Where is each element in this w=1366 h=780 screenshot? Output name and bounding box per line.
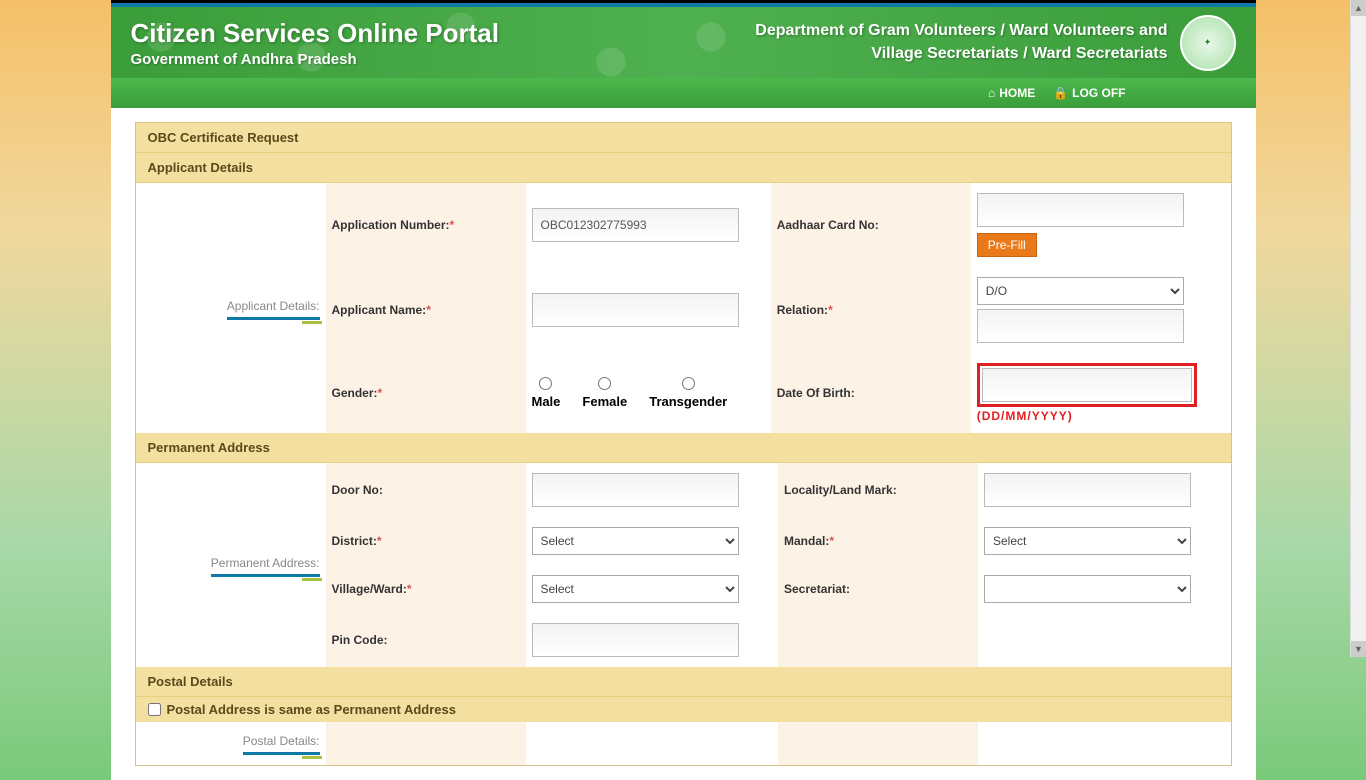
locality-input[interactable] bbox=[984, 473, 1191, 507]
mandal-select[interactable]: Select bbox=[984, 527, 1191, 555]
gender-label: Gender: bbox=[332, 386, 378, 400]
dob-hint: (DD/MM/YYYY) bbox=[977, 409, 1225, 423]
locality-label: Locality/Land Mark: bbox=[784, 483, 897, 497]
applicant-name-input[interactable] bbox=[532, 293, 739, 327]
header-banner: Citizen Services Online Portal Governmen… bbox=[111, 3, 1256, 78]
gender-male-radio[interactable] bbox=[539, 377, 552, 390]
department-text: Department of Gram Volunteers / Ward Vol… bbox=[755, 20, 1167, 65]
pincode-input[interactable] bbox=[532, 623, 739, 657]
mandal-label: Mandal: bbox=[784, 534, 829, 548]
applicant-details-header: Applicant Details bbox=[136, 153, 1231, 183]
district-label: District: bbox=[332, 534, 377, 548]
secretariat-label: Secretariat: bbox=[784, 582, 850, 596]
state-seal-icon: ✦ bbox=[1180, 15, 1236, 71]
gender-trans-radio[interactable] bbox=[682, 377, 695, 390]
pincode-label: Pin Code: bbox=[332, 633, 388, 647]
relation-select[interactable]: D/O bbox=[977, 277, 1184, 305]
applicant-name-label: Applicant Name: bbox=[332, 303, 427, 317]
gender-radio-group: Male Female Transgender bbox=[532, 377, 765, 409]
scrollbar[interactable]: ▲ ▼ bbox=[1350, 0, 1366, 657]
gender-male-label: Male bbox=[532, 394, 561, 409]
secretariat-select[interactable] bbox=[984, 575, 1191, 603]
postal-details-header: Postal Details bbox=[136, 667, 1231, 697]
postal-same-label: Postal Address is same as Permanent Addr… bbox=[167, 702, 457, 717]
dob-label: Date Of Birth: bbox=[777, 386, 855, 400]
village-select[interactable]: Select bbox=[532, 575, 739, 603]
aadhaar-label: Aadhaar Card No: bbox=[777, 218, 879, 232]
application-number-label: Application Number: bbox=[332, 218, 450, 232]
gender-female-label: Female bbox=[582, 394, 627, 409]
village-label: Village/Ward: bbox=[332, 582, 407, 596]
dob-input[interactable] bbox=[982, 368, 1192, 402]
relation-name-input[interactable] bbox=[977, 309, 1184, 343]
door-no-input[interactable] bbox=[532, 473, 739, 507]
sidebar-permanent-label: Permanent Address: bbox=[211, 556, 320, 577]
sidebar-postal-label: Postal Details: bbox=[243, 734, 320, 755]
application-number-input[interactable] bbox=[532, 208, 739, 242]
gender-trans-label: Transgender bbox=[649, 394, 727, 409]
door-no-label: Door No: bbox=[332, 483, 383, 497]
district-select[interactable]: Select bbox=[532, 527, 739, 555]
scroll-up-icon[interactable]: ▲ bbox=[1351, 0, 1366, 16]
portal-subtitle: Government of Andhra Pradesh bbox=[131, 51, 499, 68]
aadhaar-input[interactable] bbox=[977, 193, 1184, 227]
postal-same-checkbox[interactable] bbox=[148, 703, 161, 716]
sidebar-applicant-label: Applicant Details: bbox=[227, 299, 320, 320]
relation-label: Relation: bbox=[777, 303, 828, 317]
portal-title: Citizen Services Online Portal bbox=[131, 18, 499, 49]
request-title: OBC Certificate Request bbox=[136, 123, 1231, 153]
navbar: ⌂ HOME 🔒 LOG OFF bbox=[111, 78, 1256, 108]
permanent-address-header: Permanent Address bbox=[136, 433, 1231, 463]
home-icon: ⌂ bbox=[988, 86, 995, 100]
prefill-button[interactable]: Pre-Fill bbox=[977, 233, 1037, 257]
logoff-link[interactable]: 🔒 LOG OFF bbox=[1053, 86, 1125, 100]
home-link[interactable]: ⌂ HOME bbox=[988, 86, 1035, 100]
gender-female-radio[interactable] bbox=[598, 377, 611, 390]
lock-icon: 🔒 bbox=[1053, 86, 1068, 100]
scroll-down-icon[interactable]: ▼ bbox=[1351, 641, 1366, 657]
dob-highlight bbox=[977, 363, 1197, 407]
